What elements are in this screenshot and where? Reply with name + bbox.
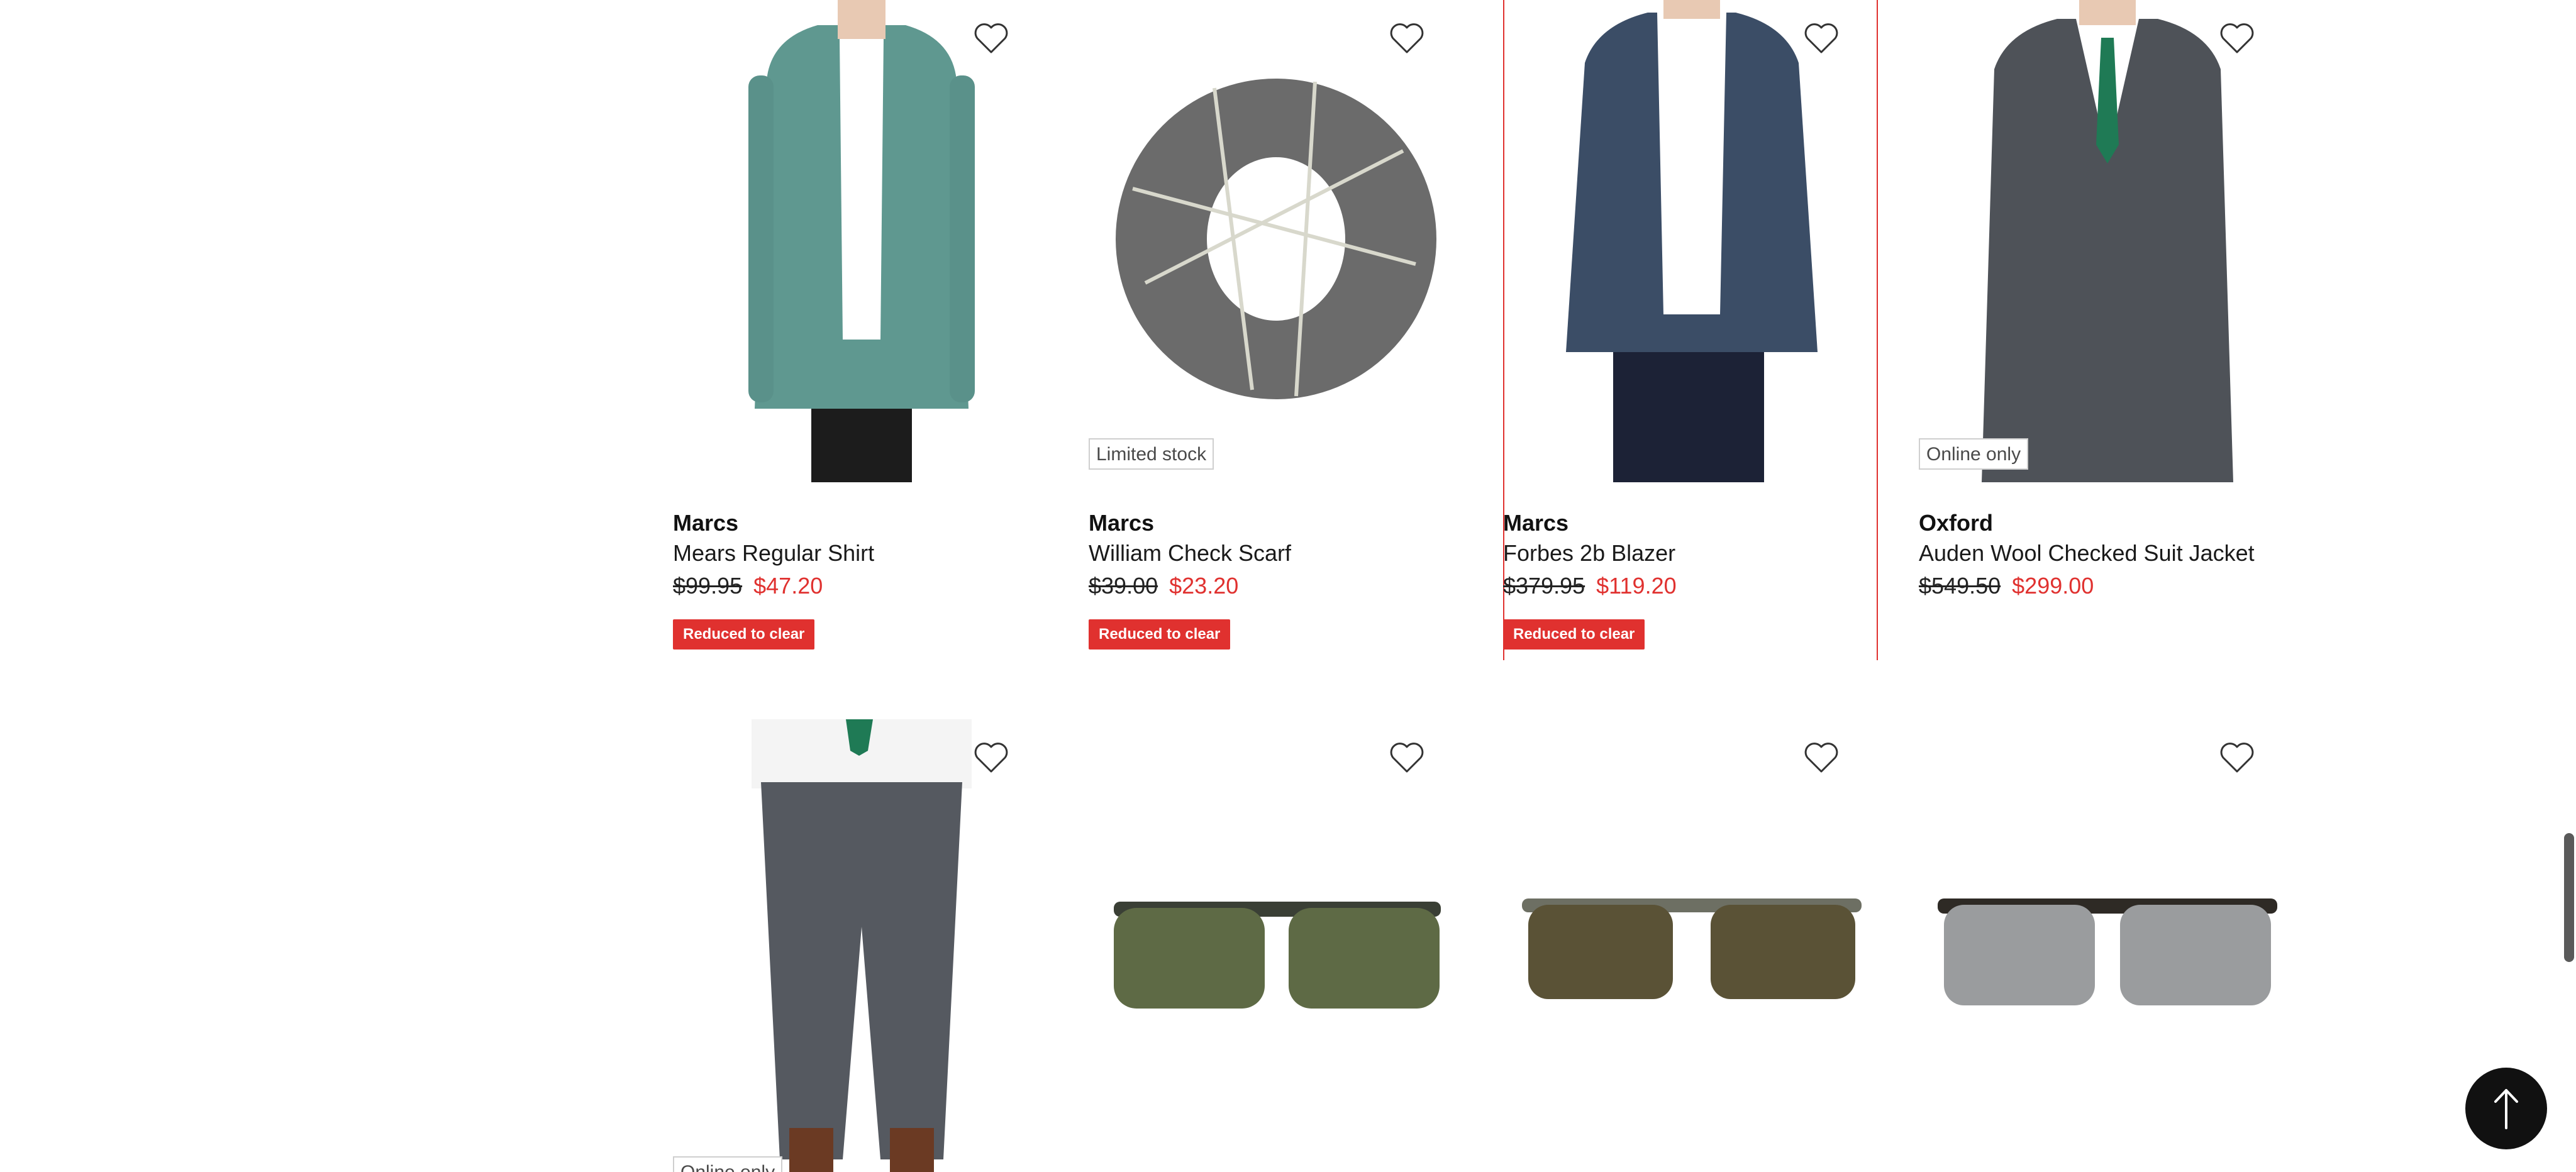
product-grid: Marcs Mears Regular Shirt $99.95 $47.20 …: [673, 0, 2337, 1172]
heart-outline-icon: [974, 23, 1008, 53]
product-brand: Marcs: [1089, 510, 1155, 536]
online-only-tag: Online only: [1919, 438, 2029, 470]
product-brand: Marcs: [673, 510, 739, 536]
product-image[interactable]: [1089, 719, 1463, 1172]
heart-outline-icon: [974, 743, 1008, 773]
reduced-badge: Reduced to clear: [673, 619, 815, 650]
reduced-badge: Reduced to clear: [1503, 619, 1645, 650]
heart-outline-icon: [1390, 743, 1424, 773]
product-card[interactable]: Limited stock Marcs William Check Scarf …: [1089, 0, 1463, 660]
sale-price: $299.00: [2012, 573, 2094, 599]
wishlist-button[interactable]: [1804, 23, 1852, 70]
product-card[interactable]: Online only Oxford Auden Wool Checked Su…: [1919, 0, 2294, 660]
product-brand: Oxford: [1919, 510, 1994, 536]
heart-outline-icon: [1804, 743, 1838, 773]
product-info: Oxford Auden Wool Checked Suit Jacket $5…: [1919, 508, 2294, 604]
product-prices: $99.95 $47.20: [673, 568, 1048, 604]
heart-outline-icon: [2220, 743, 2254, 773]
product-image[interactable]: Online only: [1919, 0, 2294, 482]
product-image[interactable]: Online only: [673, 719, 1048, 1172]
scrollbar-thumb[interactable]: [2564, 833, 2574, 962]
product-image[interactable]: [1503, 719, 1878, 1172]
arrow-up-icon: [2494, 1089, 2518, 1129]
product-name[interactable]: Forbes 2b Blazer: [1503, 538, 1878, 568]
product-name[interactable]: William Check Scarf: [1089, 538, 1463, 568]
original-price: $379.95: [1503, 573, 1585, 599]
heart-outline-icon: [2220, 23, 2254, 53]
original-price: $99.95: [673, 573, 743, 599]
sale-price: $119.20: [1596, 573, 1677, 599]
wishlist-button[interactable]: [2219, 742, 2267, 790]
product-brand: Marcs: [1503, 510, 1569, 536]
product-name[interactable]: Auden Wool Checked Suit Jacket: [1919, 538, 2294, 568]
product-prices: $549.50 $299.00: [1919, 568, 2294, 604]
wishlist-button[interactable]: [1804, 742, 1852, 790]
product-card[interactable]: [1089, 719, 1463, 1172]
product-name[interactable]: Mears Regular Shirt: [673, 538, 1048, 568]
product-prices: $39.00 $23.20: [1089, 568, 1463, 604]
product-card[interactable]: [1919, 719, 2294, 1172]
product-listing-page: Marcs Mears Regular Shirt $99.95 $47.20 …: [0, 0, 2576, 1172]
original-price: $39.00: [1089, 573, 1158, 599]
original-price: $549.50: [1919, 573, 2001, 599]
product-card[interactable]: Marcs Forbes 2b Blazer $379.95 $119.20 R…: [1503, 0, 1878, 660]
back-to-top-button[interactable]: [2465, 1068, 2547, 1149]
product-prices: $379.95 $119.20: [1503, 568, 1878, 604]
wishlist-button[interactable]: [974, 23, 1021, 70]
page-scrollbar[interactable]: [2561, 0, 2576, 1172]
reduced-badge: Reduced to clear: [1089, 619, 1231, 650]
product-card[interactable]: Online only: [673, 719, 1048, 1172]
product-card[interactable]: [1503, 719, 1878, 1172]
product-info: Marcs William Check Scarf $39.00 $23.20: [1089, 508, 1463, 604]
wishlist-button[interactable]: [1389, 742, 1437, 790]
wishlist-button[interactable]: [2219, 23, 2267, 70]
product-info: Marcs Mears Regular Shirt $99.95 $47.20: [673, 508, 1048, 604]
online-only-tag: Online only: [673, 1156, 783, 1172]
wishlist-button[interactable]: [974, 742, 1021, 790]
product-image[interactable]: [1503, 0, 1878, 482]
product-image[interactable]: [1919, 719, 2294, 1172]
product-card[interactable]: Marcs Mears Regular Shirt $99.95 $47.20 …: [673, 0, 1048, 660]
stock-tag: Limited stock: [1089, 438, 1214, 470]
sale-price: $23.20: [1169, 573, 1239, 599]
sale-price: $47.20: [753, 573, 823, 599]
heart-outline-icon: [1804, 23, 1838, 53]
product-info: Marcs Forbes 2b Blazer $379.95 $119.20: [1503, 508, 1878, 604]
product-image[interactable]: [673, 0, 1048, 482]
wishlist-button[interactable]: [1389, 23, 1437, 70]
product-image[interactable]: Limited stock: [1089, 0, 1463, 482]
heart-outline-icon: [1390, 23, 1424, 53]
